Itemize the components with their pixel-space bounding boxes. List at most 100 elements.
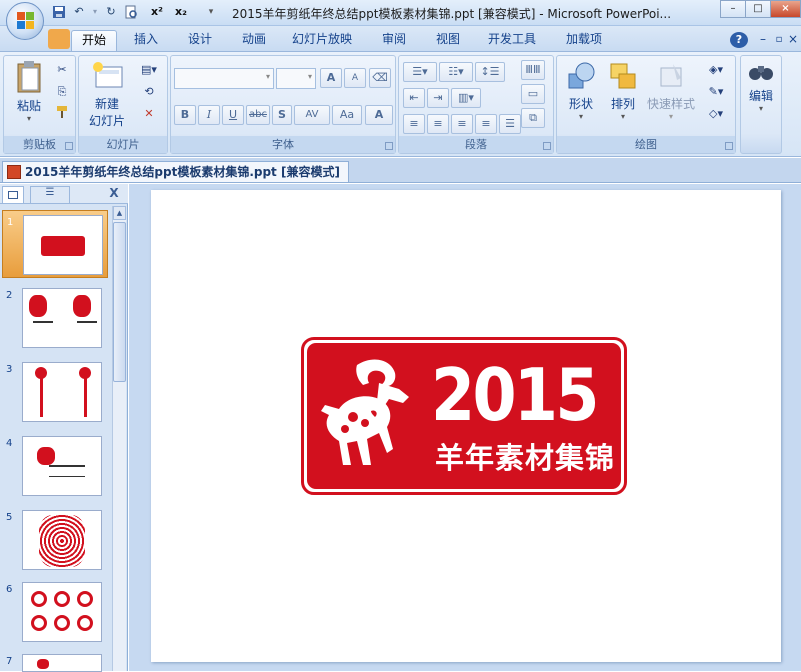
paste-button[interactable]: 粘贴 ▾ — [8, 60, 50, 132]
arrange-button[interactable]: 排列 ▾ — [603, 60, 643, 132]
character-spacing-button[interactable]: AV — [294, 105, 330, 125]
strikethrough-button[interactable]: abc — [246, 105, 270, 125]
justify-icon[interactable]: ≡ — [475, 114, 497, 134]
paper-cut-art — [39, 515, 85, 567]
slides-tab-icon[interactable] — [2, 186, 24, 203]
smartart-icon[interactable]: ⧉ — [521, 108, 545, 128]
change-case-button[interactable]: Aa — [332, 105, 362, 125]
columns-icon[interactable]: ▥▾ — [451, 88, 481, 108]
undo-icon[interactable]: ↶ — [72, 5, 86, 19]
thumbnail-row-7[interactable]: 7 — [0, 652, 112, 672]
scroll-thumb[interactable] — [113, 222, 126, 382]
tab-animation[interactable]: 动画 — [232, 30, 276, 51]
scroll-up-icon[interactable]: ▲ — [113, 206, 126, 220]
slide-thumbnail[interactable] — [22, 654, 102, 672]
banner-strip — [84, 377, 87, 417]
drawing-dialog-launcher[interactable] — [725, 142, 733, 150]
calligraphy-art — [77, 321, 97, 337]
thumbnail-row-3[interactable]: 3 — [0, 360, 112, 424]
minimize-button[interactable]: – — [720, 0, 746, 18]
italic-button[interactable]: I — [198, 105, 220, 125]
new-slide-button[interactable]: 新建 幻灯片 — [81, 60, 133, 132]
text-direction-icon[interactable]: ⅢⅢ — [521, 60, 545, 80]
slide-thumbnail[interactable] — [23, 215, 103, 275]
clipboard-dialog-launcher[interactable] — [65, 142, 73, 150]
repeat-icon[interactable]: ↻ — [104, 5, 118, 19]
document-tab[interactable]: 2015羊年剪纸年终总结ppt模板素材集锦.ppt [兼容模式] — [2, 161, 349, 182]
tab-addins[interactable]: 加载项 — [556, 30, 612, 51]
tab-slideshow[interactable]: 幻灯片放映 — [286, 30, 358, 51]
shrink-font-button[interactable]: A — [344, 68, 366, 88]
tab-developer[interactable]: 开发工具 — [480, 30, 544, 51]
subscript-button[interactable]: x₂ — [172, 5, 190, 19]
paper-cut-art — [73, 295, 91, 317]
decrease-indent-icon[interactable]: ⇤ — [403, 88, 425, 108]
quick-launch-icon[interactable] — [48, 29, 70, 49]
paper-cut-art — [37, 659, 49, 669]
numbering-icon[interactable]: ☷▾ — [439, 62, 473, 82]
help-icon[interactable]: ? — [730, 32, 748, 48]
font-dialog-launcher[interactable] — [385, 142, 393, 150]
ribbon-close-icon[interactable]: × — [786, 30, 800, 51]
office-button[interactable] — [6, 2, 44, 40]
save-icon[interactable] — [52, 5, 66, 19]
bold-button[interactable]: B — [174, 105, 196, 125]
align-text-icon[interactable]: ▭ — [521, 84, 545, 104]
undo-dropdown-icon[interactable]: ▾ — [88, 5, 102, 19]
format-painter-icon[interactable] — [52, 104, 72, 122]
ribbon-minimize-icon[interactable]: – — [756, 30, 770, 51]
panel-close-button[interactable]: X — [106, 186, 122, 202]
customize-toolbar-icon[interactable]: ▾ — [204, 5, 218, 19]
line-spacing-icon[interactable]: ↕☰ — [475, 62, 505, 82]
copy-icon[interactable]: ⎘ — [52, 82, 72, 100]
tab-review[interactable]: 审阅 — [372, 30, 416, 51]
shape-effects-icon[interactable]: ◇▾ — [701, 104, 731, 122]
thumbnail-row-6[interactable]: 6 — [0, 580, 112, 644]
underline-button[interactable]: U — [222, 105, 244, 125]
slide-thumbnail[interactable] — [22, 288, 102, 348]
slide-thumbnail[interactable] — [22, 510, 102, 570]
font-name-combo[interactable]: ▾ — [174, 68, 274, 89]
cut-icon[interactable]: ✂ — [52, 60, 72, 78]
grow-font-button[interactable]: A — [320, 68, 342, 88]
shape-fill-icon[interactable]: ◈▾ — [701, 60, 731, 78]
close-button[interactable]: × — [770, 0, 801, 18]
tab-design[interactable]: 设计 — [178, 30, 222, 51]
slide-thumbnail[interactable] — [22, 582, 102, 642]
tab-view[interactable]: 视图 — [426, 30, 470, 51]
shape-outline-icon[interactable]: ✎▾ — [701, 82, 731, 100]
ribbon-restore-icon[interactable]: ▫ — [772, 30, 786, 51]
thumbnail-row-4[interactable]: 4 — [0, 434, 112, 498]
print-preview-icon[interactable] — [124, 5, 138, 19]
thumbnail-1-selected[interactable]: 1 — [2, 210, 108, 278]
tab-home[interactable]: 开始 — [71, 30, 117, 51]
outline-tab-icon[interactable]: ☰ — [30, 186, 70, 203]
align-right-icon[interactable]: ≡ — [451, 114, 473, 134]
editing-button[interactable]: 编辑 ▾ — [741, 60, 781, 140]
current-slide[interactable]: 2015 羊年素材集锦 — [151, 190, 781, 662]
restore-button[interactable]: □ — [745, 0, 771, 18]
thumbnail-row-5[interactable]: 5 — [0, 508, 112, 572]
layout-icon[interactable]: ▤▾ — [135, 60, 163, 78]
shadow-button[interactable]: S — [272, 105, 292, 125]
increase-indent-icon[interactable]: ⇥ — [427, 88, 449, 108]
distributed-icon[interactable]: ☰ — [499, 114, 521, 134]
delete-slide-icon[interactable]: ✕ — [135, 104, 163, 122]
slide-thumbnail[interactable] — [22, 436, 102, 496]
tab-insert[interactable]: 插入 — [124, 30, 168, 51]
shapes-button[interactable]: 形状 ▾ — [561, 60, 601, 132]
superscript-button[interactable]: x² — [148, 5, 166, 19]
thumbnail-row-2[interactable]: 2 — [0, 286, 112, 350]
align-left-icon[interactable]: ≡ — [403, 114, 425, 134]
bullets-icon[interactable]: ☰▾ — [403, 62, 437, 82]
banner-background: 2015 羊年素材集锦 — [307, 343, 621, 489]
paragraph-dialog-launcher[interactable] — [543, 142, 551, 150]
slide-thumbnail[interactable] — [22, 362, 102, 422]
font-size-combo[interactable]: ▾ — [276, 68, 316, 89]
font-color-button[interactable]: A — [365, 105, 393, 125]
clear-format-icon[interactable]: ⌫ — [369, 68, 391, 88]
quick-styles-button[interactable]: 快速样式 ▾ — [645, 60, 697, 132]
thumbnail-scrollbar[interactable]: ▲ — [112, 206, 126, 671]
reset-icon[interactable]: ⟲ — [135, 82, 163, 100]
align-center-icon[interactable]: ≡ — [427, 114, 449, 134]
